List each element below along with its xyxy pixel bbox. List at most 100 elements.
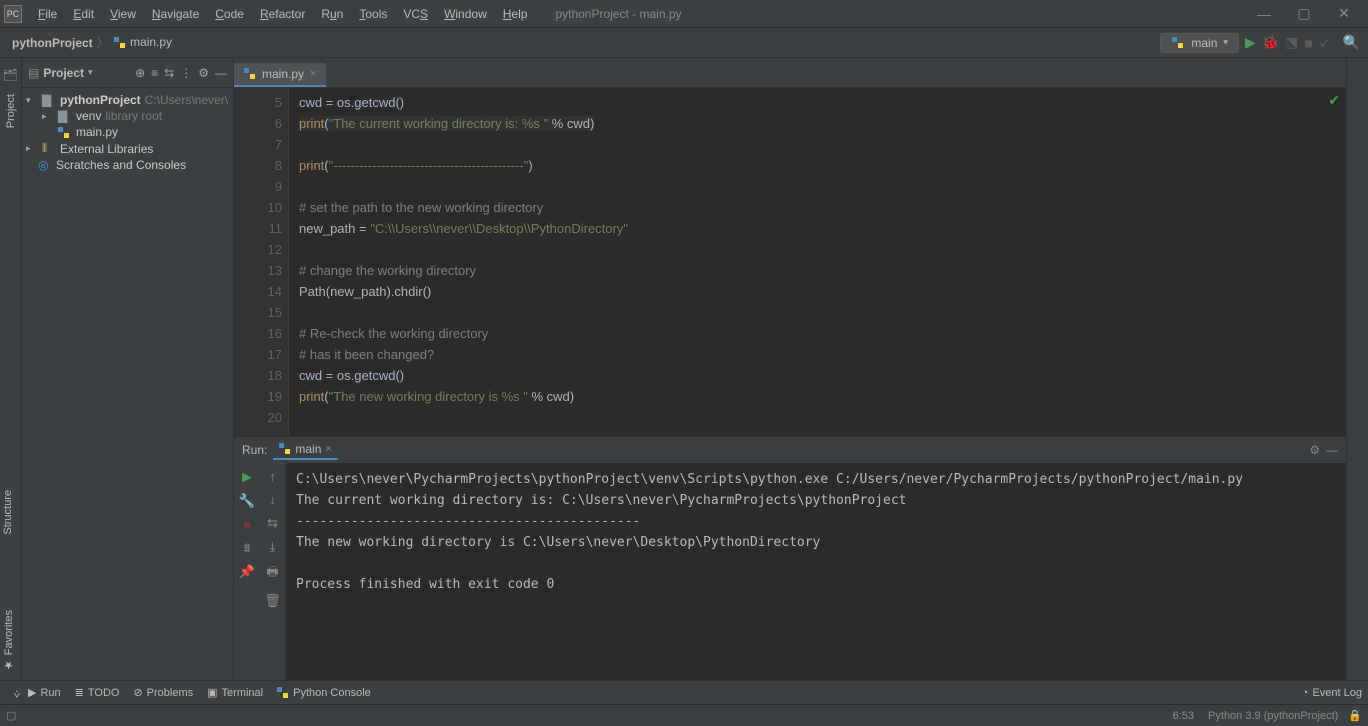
run-config-dropdown[interactable]: main ▾	[1160, 33, 1239, 53]
chevron-down-icon: ▾	[1223, 37, 1228, 48]
up-icon[interactable]: ↑	[269, 469, 276, 484]
menu-navigate[interactable]: Navigate	[144, 5, 207, 23]
expand-all-icon[interactable]: ≡	[151, 66, 158, 80]
hide-run-panel-icon[interactable]: ―	[1326, 443, 1338, 457]
settings-icon[interactable]: ⚙	[198, 66, 209, 80]
python-file-icon	[244, 68, 256, 80]
rerun-icon[interactable]: ▶	[242, 469, 252, 485]
project-tool-window: ▤ Project ▾ ⊕ ≡ ⇆ ⋮ ⚙ ― ▾ ▇ pythonProjec…	[22, 58, 234, 680]
python-console-tool-button[interactable]: Python Console	[277, 687, 371, 699]
run-panel-label: Run:	[242, 443, 267, 457]
caret-position[interactable]: 6:53	[1173, 710, 1194, 722]
python-icon	[277, 687, 289, 699]
tree-scratches[interactable]: ◎ Scratches and Consoles	[22, 157, 233, 173]
project-tool-label[interactable]: Project	[5, 94, 17, 128]
vcs-update-icon[interactable]: ↙	[1319, 34, 1331, 51]
python-icon	[279, 443, 291, 455]
project-view-icon: ▤	[28, 66, 39, 80]
window-title: pythonProject - main.py	[555, 7, 1244, 21]
bottom-tool-bar: ⩒ ▶ Run ≣ TODO ⊘ Problems ▣ Terminal Pyt…	[0, 680, 1368, 704]
menu-vcs[interactable]: VCS	[395, 5, 436, 23]
collapse-all-icon[interactable]: ⇆	[164, 66, 174, 80]
run-left-toolbar: ▶ 🔧 ■ ⩩ 📌	[234, 463, 260, 680]
todo-tool-button[interactable]: ≣ TODO	[75, 686, 120, 699]
run-button[interactable]: ▶	[1245, 34, 1256, 51]
coverage-button[interactable]: ⬔	[1285, 34, 1298, 51]
tree-ext-lib[interactable]: ▸ ⫴ External Libraries	[22, 140, 233, 157]
python-file-icon	[113, 36, 127, 50]
project-panel-title[interactable]: Project	[43, 66, 84, 80]
breadcrumb-file[interactable]: main.py	[109, 35, 176, 50]
soft-wrap-icon[interactable]: ⇆	[267, 515, 278, 531]
debug-button[interactable]: 🐞	[1262, 34, 1279, 51]
clear-icon[interactable]: 🗑	[264, 593, 281, 609]
menu-view[interactable]: View	[102, 5, 144, 23]
interpreter-label[interactable]: Python 3.9 (pythonProject)	[1208, 710, 1338, 722]
code-text[interactable]: cwd = os.getcwd() print("The current wor…	[289, 88, 1346, 436]
menu-help[interactable]: Help	[495, 5, 536, 23]
editor-tab-main[interactable]: main.py ×	[234, 63, 326, 87]
tree-venv[interactable]: ▸ ▇ venv library root	[22, 108, 233, 124]
line-number-gutter: 567891011121314151617181920	[234, 88, 289, 436]
menu-run[interactable]: Run	[313, 5, 351, 23]
scratch-icon: ◎	[38, 158, 52, 172]
inspection-ok-icon[interactable]: ✔	[1328, 92, 1340, 109]
library-icon: ⫴	[42, 141, 56, 156]
hide-panel-icon[interactable]: ―	[215, 66, 227, 80]
status-bar: ▢ 6:53 Python 3.9 (pythonProject) 🔒	[0, 704, 1368, 726]
minimize-button[interactable]: ―	[1244, 6, 1284, 22]
maximize-button[interactable]: ▢	[1284, 5, 1324, 22]
layout-icon[interactable]: ⩩	[244, 540, 251, 556]
project-tool-icon[interactable]: 🗂	[3, 68, 19, 84]
menu-window[interactable]: Window	[436, 5, 495, 23]
divider-icon: ⋮	[180, 66, 192, 80]
structure-tool-label[interactable]: Structure	[2, 490, 14, 535]
close-run-tab-icon[interactable]: ×	[325, 443, 331, 455]
breadcrumb-project[interactable]: pythonProject	[8, 36, 97, 50]
left-tool-gutter: 🗂 Project	[0, 58, 22, 680]
code-editor[interactable]: ✔ 567891011121314151617181920 cwd = os.g…	[234, 88, 1346, 436]
menu-tools[interactable]: Tools	[351, 5, 395, 23]
menu-edit[interactable]: Edit	[65, 5, 102, 23]
scroll-to-source-icon[interactable]: ⊕	[135, 66, 145, 80]
terminal-tool-button[interactable]: ▣ Terminal	[207, 686, 263, 699]
run-tool-window: Run: main × ⚙ ― ▶ 🔧 ■ ⩩ 📌 ↑	[234, 436, 1346, 680]
right-tool-gutter	[1346, 58, 1368, 680]
python-icon	[1171, 36, 1185, 50]
python-file-icon	[58, 125, 72, 139]
tree-main-py[interactable]: main.py	[22, 124, 233, 140]
run-settings-icon[interactable]: ⚙	[1309, 443, 1320, 457]
close-tab-icon[interactable]: ×	[310, 68, 316, 80]
event-log-button[interactable]: ◔ Event Log	[1302, 687, 1362, 699]
menu-file[interactable]: File	[30, 5, 65, 23]
pin-icon[interactable]: 📌	[239, 564, 255, 580]
folder-icon: ▇	[58, 109, 72, 123]
folder-icon: ▇	[42, 93, 56, 107]
scroll-end-icon[interactable]: ⤓	[270, 539, 276, 555]
title-bar: PC File Edit View Navigate Code Refactor…	[0, 0, 1368, 28]
lock-icon[interactable]: 🔒	[1348, 709, 1362, 722]
stop-icon[interactable]: ■	[243, 517, 251, 532]
run-tool-button[interactable]: ▶ Run	[28, 686, 61, 699]
editor-zone: main.py × ✔ 567891011121314151617181920 …	[234, 58, 1346, 680]
down-icon[interactable]: ↓	[269, 492, 276, 507]
search-everywhere-button[interactable]: 🔍	[1343, 34, 1360, 51]
print-icon[interactable]: 🖶	[266, 563, 278, 585]
nav-bar: pythonProject 〉 main.py main ▾ ▶ 🐞 ⬔ ■ ↙…	[0, 28, 1368, 58]
run-tab-main[interactable]: main ×	[273, 440, 337, 460]
tree-root[interactable]: ▾ ▇ pythonProject C:\Users\never\	[22, 92, 233, 108]
stop-button[interactable]: ■	[1304, 35, 1312, 51]
menu-refactor[interactable]: Refactor	[252, 5, 313, 23]
app-icon: PC	[4, 5, 22, 23]
menu-code[interactable]: Code	[207, 5, 252, 23]
editor-tab-strip: main.py ×	[234, 58, 1346, 88]
project-tree[interactable]: ▾ ▇ pythonProject C:\Users\never\ ▸ ▇ ve…	[22, 88, 233, 177]
structure-tool-icon[interactable]: ⩒	[14, 689, 21, 702]
tool-window-quick-access-icon[interactable]: ▢	[6, 709, 16, 722]
favorites-tool-label[interactable]: ★ Favorites	[2, 610, 15, 671]
problems-tool-button[interactable]: ⊘ Problems	[133, 686, 193, 699]
close-button[interactable]: ✕	[1324, 5, 1364, 22]
console-output[interactable]: C:\Users\never\PycharmProjects\pythonPro…	[286, 463, 1346, 680]
run-console-toolbar: ↑ ↓ ⇆ ⤓ 🖶 🗑	[260, 463, 286, 680]
wrench-icon[interactable]: 🔧	[239, 493, 255, 509]
